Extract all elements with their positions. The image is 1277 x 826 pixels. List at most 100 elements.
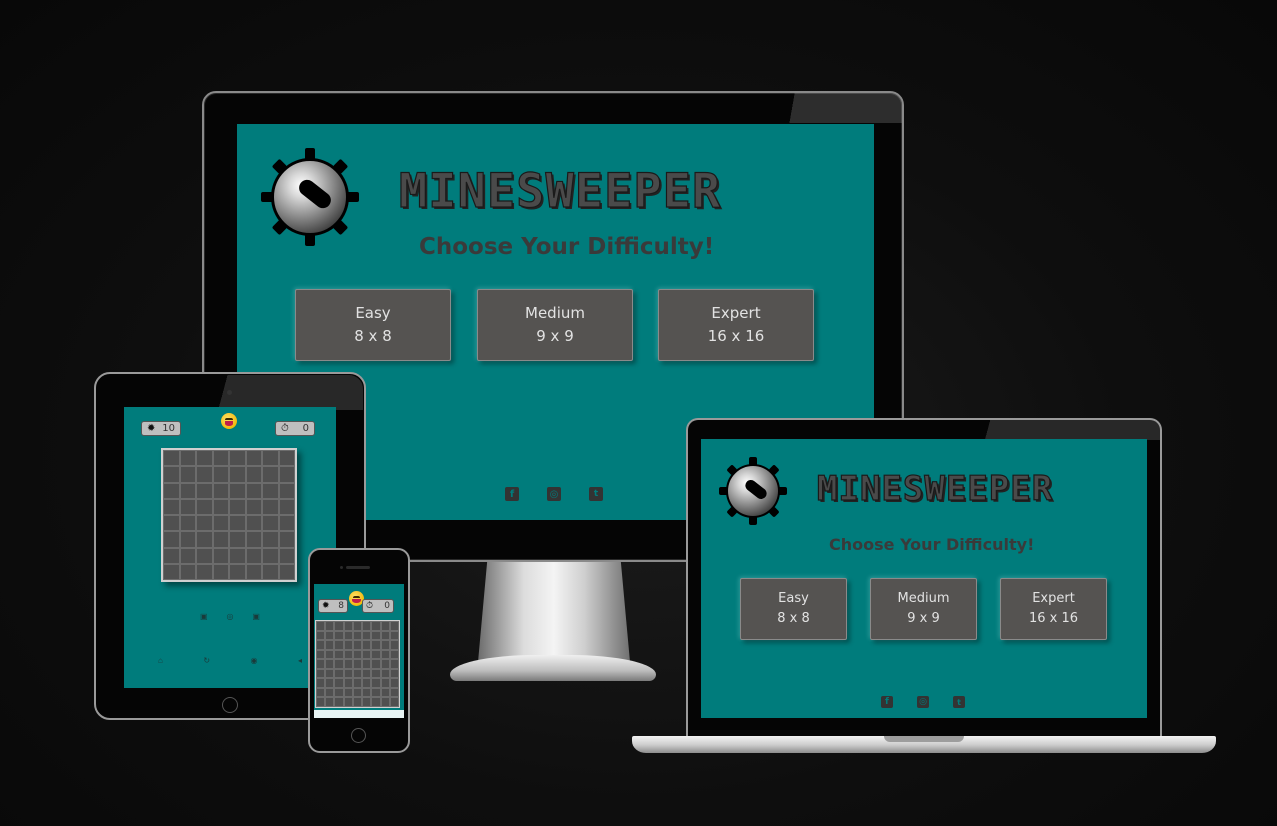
board-cell[interactable] — [212, 531, 229, 548]
board-cell[interactable] — [179, 547, 196, 564]
board-cell[interactable] — [278, 498, 295, 515]
board-cell[interactable] — [212, 563, 229, 580]
board-cell[interactable] — [179, 450, 196, 467]
board-cell[interactable] — [343, 668, 353, 679]
board-cell[interactable] — [316, 678, 326, 688]
board-cell[interactable] — [362, 649, 372, 660]
board-cell[interactable] — [380, 668, 390, 679]
board-cell[interactable] — [380, 649, 390, 660]
board-cell[interactable] — [334, 668, 344, 679]
board-cell[interactable] — [212, 547, 229, 564]
instagram-icon[interactable]: ◎ — [917, 696, 929, 708]
medium-button[interactable]: Medium 9 x 9 — [477, 289, 633, 361]
board-cell[interactable] — [179, 498, 196, 515]
board-cell[interactable] — [334, 621, 344, 631]
board-cell[interactable] — [389, 640, 399, 650]
board-cell[interactable] — [371, 649, 381, 660]
board-cell[interactable] — [371, 659, 381, 669]
board-cell[interactable] — [229, 482, 246, 499]
board-cell[interactable] — [179, 515, 196, 532]
board-cell[interactable] — [163, 466, 180, 483]
board-cell[interactable] — [352, 640, 363, 650]
expert-button[interactable]: Expert 16 x 16 — [658, 289, 814, 361]
board-cell[interactable] — [380, 630, 390, 641]
easy-button[interactable]: Easy 8 x 8 — [740, 578, 847, 640]
board-cell[interactable] — [380, 697, 390, 707]
board-cell[interactable] — [352, 621, 363, 631]
board-cell[interactable] — [262, 547, 279, 564]
smiley-reset-icon[interactable] — [221, 413, 237, 429]
board-cell[interactable] — [334, 640, 344, 650]
twitter-icon[interactable]: ▣ — [252, 612, 260, 621]
board-cell[interactable] — [389, 621, 399, 631]
board-cell[interactable] — [212, 498, 229, 515]
board-cell[interactable] — [229, 466, 246, 483]
board-cell[interactable] — [343, 621, 353, 631]
board-cell[interactable] — [343, 659, 353, 669]
board-cell[interactable] — [179, 531, 196, 548]
board-cell[interactable] — [196, 547, 213, 564]
board-cell[interactable] — [343, 649, 353, 660]
board-cell[interactable] — [245, 498, 262, 515]
board-cell[interactable] — [245, 531, 262, 548]
board-cell[interactable] — [278, 450, 295, 467]
board-cell[interactable] — [163, 450, 180, 467]
board-cell[interactable] — [362, 697, 372, 707]
board-cell[interactable] — [334, 678, 344, 688]
board-cell[interactable] — [229, 547, 246, 564]
board-cell[interactable] — [316, 621, 326, 631]
board-cell[interactable] — [380, 640, 390, 650]
phone-home-button[interactable] — [351, 728, 366, 743]
board-cell[interactable] — [262, 515, 279, 532]
board-cell[interactable] — [278, 466, 295, 483]
board-cell[interactable] — [245, 466, 262, 483]
board-cell[interactable] — [196, 531, 213, 548]
board-cell[interactable] — [371, 630, 381, 641]
board-cell[interactable] — [212, 450, 229, 467]
board-cell[interactable] — [389, 697, 399, 707]
board-cell[interactable] — [325, 640, 335, 650]
restart-icon[interactable]: ↻ — [203, 656, 210, 665]
board-cell[interactable] — [212, 515, 229, 532]
board-cell[interactable] — [262, 531, 279, 548]
tablet-home-button[interactable] — [222, 697, 238, 713]
board-cell[interactable] — [371, 668, 381, 679]
board-cell[interactable] — [352, 697, 363, 707]
board-cell[interactable] — [229, 450, 246, 467]
board-cell[interactable] — [325, 659, 335, 669]
board-cell[interactable] — [362, 621, 372, 631]
board-cell[interactable] — [371, 687, 381, 698]
board-cell[interactable] — [343, 678, 353, 688]
board-cell[interactable] — [262, 450, 279, 467]
board-cell[interactable] — [245, 547, 262, 564]
board-cell[interactable] — [278, 531, 295, 548]
board-cell[interactable] — [163, 531, 180, 548]
board-cell[interactable] — [262, 498, 279, 515]
board-cell[interactable] — [179, 563, 196, 580]
board-cell[interactable] — [371, 697, 381, 707]
board-cell[interactable] — [196, 515, 213, 532]
board-cell[interactable] — [380, 621, 390, 631]
board-cell[interactable] — [352, 649, 363, 660]
board-cell[interactable] — [163, 498, 180, 515]
board-cell[interactable] — [380, 659, 390, 669]
board-cell[interactable] — [325, 649, 335, 660]
mute-icon[interactable]: ◂ — [298, 656, 302, 665]
board-cell[interactable] — [362, 659, 372, 669]
board-cell[interactable] — [262, 563, 279, 580]
board-cell[interactable] — [245, 482, 262, 499]
sound-icon[interactable]: ◉ — [251, 656, 258, 665]
board-cell[interactable] — [389, 668, 399, 679]
board-cell[interactable] — [352, 668, 363, 679]
board-cell[interactable] — [371, 640, 381, 650]
board-cell[interactable] — [196, 563, 213, 580]
board-cell[interactable] — [343, 630, 353, 641]
board-cell[interactable] — [278, 515, 295, 532]
board-cell[interactable] — [362, 630, 372, 641]
board-cell[interactable] — [278, 482, 295, 499]
board-cell[interactable] — [229, 531, 246, 548]
board-cell[interactable] — [343, 640, 353, 650]
board-cell[interactable] — [362, 687, 372, 698]
home-icon[interactable]: ⌂ — [158, 656, 163, 665]
board-cell[interactable] — [245, 515, 262, 532]
